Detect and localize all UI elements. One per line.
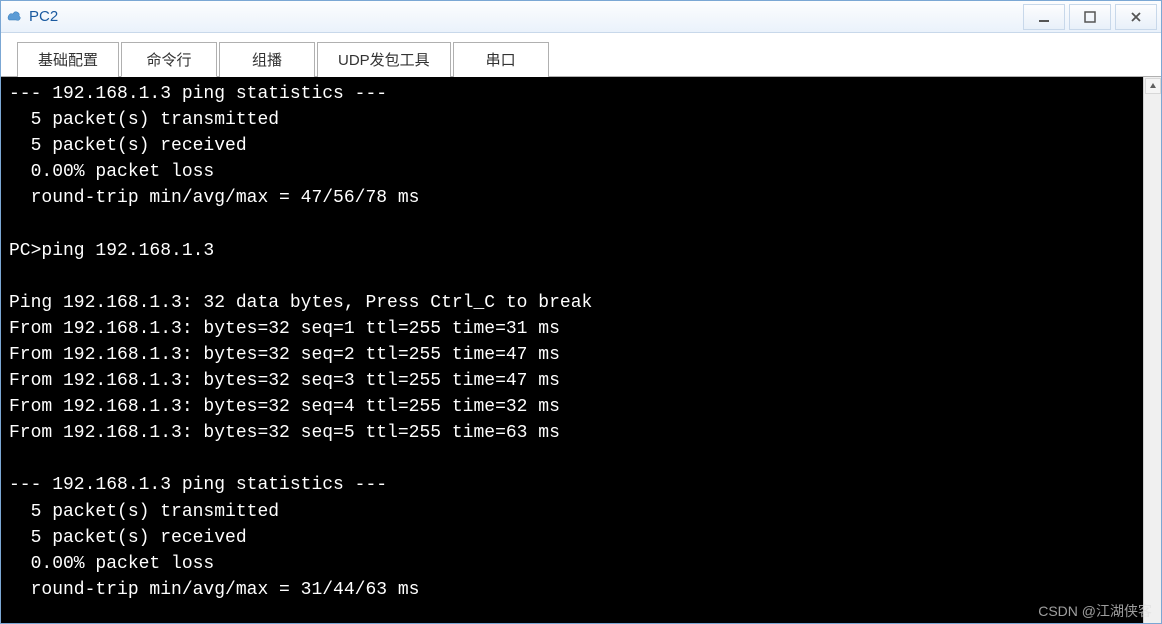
tab-command-line[interactable]: 命令行 [121,42,217,77]
tab-basic-config[interactable]: 基础配置 [17,42,119,77]
scrollbar[interactable] [1143,77,1161,623]
terminal-container: --- 192.168.1.3 ping statistics --- 5 pa… [1,77,1161,623]
tab-multicast[interactable]: 组播 [219,42,315,77]
close-button[interactable] [1115,4,1157,30]
scroll-track[interactable] [1144,95,1161,623]
app-icon [5,8,23,26]
scroll-up-arrow[interactable] [1145,78,1161,94]
titlebar: PC2 [1,1,1161,33]
tab-udp-tool[interactable]: UDP发包工具 [317,42,451,77]
maximize-button[interactable] [1069,4,1111,30]
window-title: PC2 [29,8,58,25]
tab-serial[interactable]: 串口 [453,42,549,77]
app-window: PC2 基础配置 命令行 组播 UDP发包工具 串口 --- 192.168.1… [0,0,1162,624]
terminal-output[interactable]: --- 192.168.1.3 ping statistics --- 5 pa… [1,77,1143,623]
minimize-button[interactable] [1023,4,1065,30]
window-controls [1019,4,1157,30]
tab-bar: 基础配置 命令行 组播 UDP发包工具 串口 [1,33,1161,77]
